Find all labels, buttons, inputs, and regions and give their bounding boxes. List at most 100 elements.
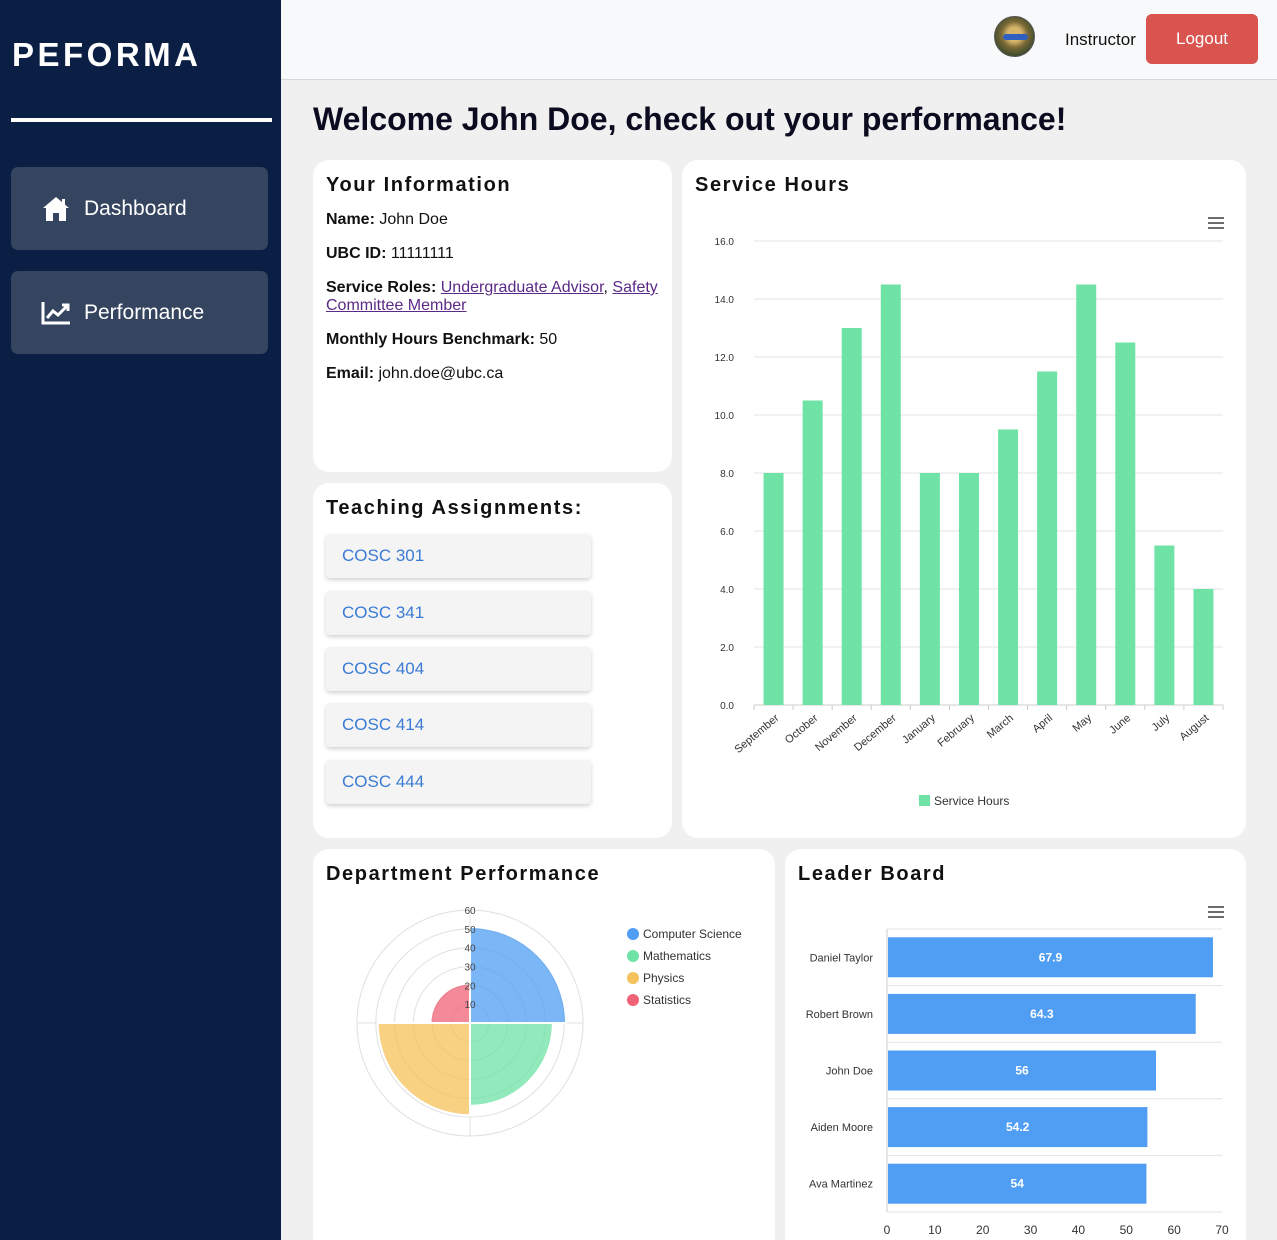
y-tick-label: John Doe [826,1066,873,1078]
leader-board-card: Leader Board 67.9 Daniel Taylor 64.3 Robert… [785,849,1246,1240]
x-tick-label: March [985,712,1016,741]
bar [880,284,901,705]
x-tick-label: January [900,712,938,747]
y-tick-label: Robert Brown [806,1009,873,1021]
course-item[interactable]: COSC 444 [326,760,591,804]
info-card: Your Information Name: John Doe UBC ID: … [313,160,672,472]
course-item[interactable]: COSC 301 [326,534,591,578]
y-tick-label: 4.0 [720,585,734,596]
data-label: 64.3 [1030,1007,1054,1021]
course-item[interactable]: COSC 414 [326,703,591,747]
nav-item-label: Performance [84,300,205,324]
x-tick-label: June [1107,712,1133,737]
radial-tick-label: 60 [464,906,476,917]
legend-label: Service Hours [934,794,1009,808]
radial-tick-label: 40 [464,944,476,955]
y-tick-label: 16.0 [715,237,735,248]
department-performance-card: Department Performance 10 20 30 40 50 60 Compu… [313,849,775,1240]
x-tick-label: 60 [1167,1223,1181,1237]
teaching-card-title: Teaching Assignments: [326,497,583,519]
x-tick-label: February [935,712,977,750]
brand-divider [11,118,272,122]
radial-tick-label: 20 [464,981,476,992]
legend-swatch [627,994,639,1006]
x-tick-label: September [733,712,782,756]
x-tick-label: 50 [1120,1223,1134,1237]
legend-label: Physics [643,971,684,985]
polar-sector [469,925,568,1024]
chart-line-icon [41,301,70,324]
x-tick-label: 40 [1072,1223,1086,1237]
bar [998,429,1019,705]
data-label: 54 [1011,1177,1025,1191]
info-email: Email: john.doe@ubc.ca [326,365,504,382]
avatar[interactable] [994,16,1035,57]
nav-item-performance[interactable]: Performance [11,271,268,354]
bar [763,473,784,705]
info-benchmark: Monthly Hours Benchmark: 50 [326,331,558,348]
user-role: Instructor [1065,30,1136,49]
home-icon [43,196,69,221]
radial-tick-label: 50 [464,925,476,936]
y-tick-label: Ava Martinez [809,1179,873,1191]
x-tick-label: 30 [1024,1223,1038,1237]
data-label: 56 [1015,1064,1029,1078]
bar [1076,284,1097,705]
x-tick-label: 70 [1215,1223,1229,1237]
radial-tick-label: 10 [464,1000,476,1011]
x-tick-label: 10 [928,1223,942,1237]
nav-item-dashboard[interactable]: Dashboard [11,167,268,250]
info-card-title: Your Information [326,174,512,196]
x-tick-label: July [1150,712,1173,734]
data-label: 54.2 [1006,1120,1030,1134]
bar [1037,371,1058,705]
service-hours-card: Service Hours 0.0 2.0 4.0 6.0 8.0 10.0 12.0 14.… [682,160,1246,838]
bar [1115,342,1136,705]
course-item[interactable]: COSC 341 [326,591,591,635]
bar [841,328,862,705]
y-tick-label: Daniel Taylor [810,952,874,964]
x-tick-label: August [1177,712,1211,743]
bar [919,473,940,705]
data-label: 67.9 [1039,950,1063,964]
sidebar: PEFORMA Dashboard Performance [0,0,281,1240]
brand-logo: PEFORMA [12,36,202,73]
polar-sector [376,1022,471,1117]
y-tick-label: Aiden Moore [811,1122,873,1134]
course-item[interactable]: COSC 404 [326,647,591,691]
info-ubc-id: UBC ID: 11111111 [326,245,454,262]
bar [1193,589,1214,705]
info-name: Name: John Doe [326,211,448,228]
y-tick-label: 0.0 [720,701,734,712]
radial-tick-label: 30 [464,963,476,974]
y-tick-label: 2.0 [720,643,734,654]
bar [802,400,823,705]
role-link-undergraduate-advisor[interactable]: Undergraduate Advisor [441,279,604,296]
y-tick-label: 12.0 [715,353,735,364]
y-tick-label: 14.0 [715,295,735,306]
legend-swatch [919,795,930,806]
legend-swatch [627,950,639,962]
legend-label: Mathematics [643,949,711,963]
polar-sector [469,1022,554,1107]
top-bar: Instructor Logout [281,0,1277,80]
x-tick-label: November [813,712,860,754]
x-tick-label: December [852,712,899,754]
y-tick-label: 10.0 [715,411,735,422]
y-tick-label: 8.0 [720,469,734,480]
x-tick-label: 20 [976,1223,990,1237]
legend-label: Statistics [643,993,691,1007]
teaching-card: Teaching Assignments: COSC 301 COSC 341 … [313,483,672,838]
leader-board-chart: 67.9 Daniel Taylor 64.3 Robert Brown 56 John … [806,928,1229,1237]
page-title: Welcome John Doe, check out your perform… [313,101,1067,137]
x-tick-label: 0 [884,1223,891,1237]
legend-label: Computer Science [643,927,742,941]
x-tick-label: October [783,712,821,747]
y-tick-label: 6.0 [720,527,734,538]
info-service-roles: Service Roles: Undergraduate Advisor, Sa… [326,279,658,314]
department-performance-chart: 10 20 30 40 50 60 Computer Science Mathematics P… [356,906,742,1137]
logout-button[interactable]: Logout [1146,14,1258,64]
bar [1154,545,1175,705]
bar [958,473,979,705]
service-hours-chart: 0.0 2.0 4.0 6.0 8.0 10.0 12.0 14.0 16.0 September… [715,237,1224,808]
